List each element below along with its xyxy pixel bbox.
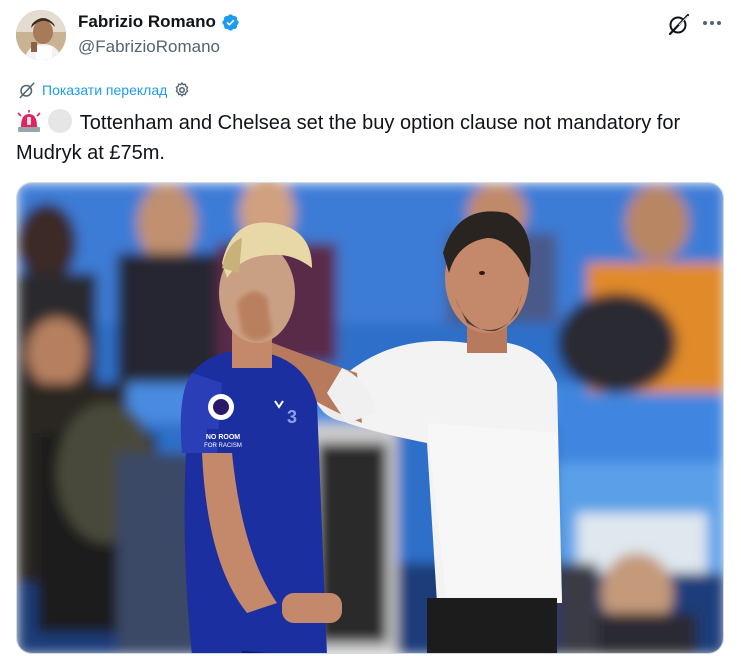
tweet-photo[interactable]: NO ROOM FOR RACISM 3: [16, 182, 724, 654]
tweet-text: Tottenham and Chelsea set the buy option…: [16, 108, 725, 168]
tweet-header: Fabrizio Romano @FabrizioRomano: [16, 10, 725, 60]
grok-slash-icon: [668, 13, 690, 36]
more-button[interactable]: [699, 10, 725, 36]
tweet-body-text: Tottenham and Chelsea set the buy option…: [16, 112, 681, 164]
show-translation-link[interactable]: Показати переклад: [42, 82, 167, 98]
more-dots-icon: [703, 21, 721, 25]
author-handle[interactable]: @FabrizioRomano: [78, 36, 240, 58]
translate-row: Показати переклад: [18, 81, 191, 99]
author-names: Fabrizio Romano @FabrizioRomano: [78, 11, 240, 58]
svg-text:FOR RACISM: FOR RACISM: [204, 443, 242, 449]
white-circle-emoji: [47, 109, 72, 133]
svg-text:3: 3: [287, 407, 297, 427]
display-name-row: Fabrizio Romano: [78, 11, 240, 33]
translate-icon: [18, 81, 36, 99]
avatar[interactable]: [16, 10, 66, 60]
gear-icon[interactable]: [173, 81, 191, 99]
svg-text:NO ROOM: NO ROOM: [206, 434, 240, 441]
verified-badge-icon: [221, 13, 240, 32]
profile-photo: [16, 10, 66, 60]
author-display-name[interactable]: Fabrizio Romano: [78, 11, 216, 33]
grok-button[interactable]: [667, 12, 691, 36]
rotating-light-emoji: [16, 110, 42, 132]
match-photo: NO ROOM FOR RACISM 3: [17, 183, 723, 653]
